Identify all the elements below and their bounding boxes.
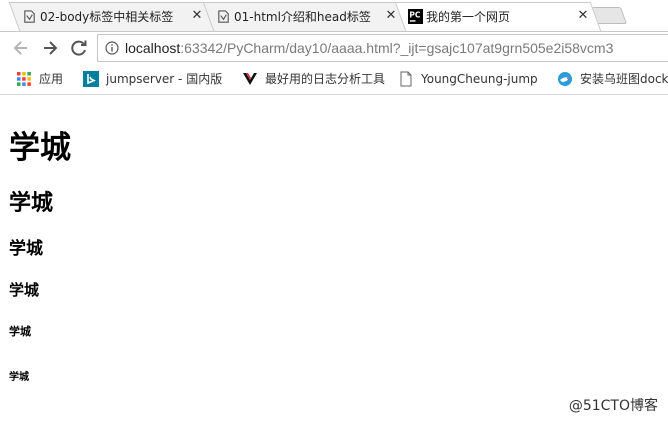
bing-icon: [83, 70, 99, 87]
bookmark-docker[interactable]: 安装乌班图docker: [557, 63, 668, 94]
tab-title: 我的第一个网页: [426, 10, 511, 24]
v-logo-icon: [243, 72, 257, 85]
bird-icon: [558, 71, 572, 86]
reload-icon[interactable]: [68, 37, 90, 59]
heading-1: 学城: [9, 130, 71, 166]
pycharm-doc-icon: [218, 10, 229, 23]
tab-2[interactable]: 01-html介绍和head标签 ✕: [208, 2, 404, 31]
bookmark-jumpserver[interactable]: jumpserver - 国内版: [83, 63, 233, 94]
page-icon: [400, 71, 412, 86]
bookmark-label: jumpserver - 国内版: [106, 72, 223, 86]
heading-5: 学城: [9, 325, 31, 338]
close-icon[interactable]: ✕: [190, 8, 204, 24]
svg-text:PC: PC: [409, 10, 420, 19]
bookmark-apps[interactable]: 应用: [16, 63, 76, 94]
bookmarks-bar: 应用 jumpserver - 国内版 最好用的日志分析工具 YoungCheu…: [0, 63, 668, 95]
bookmark-youngcheung[interactable]: YoungCheung-jump: [398, 63, 540, 94]
back-arrow-icon[interactable]: [10, 37, 32, 59]
tab-strip: 02-body标签中相关标签 ✕ 01-html介绍和head标签 ✕ PC 我…: [0, 0, 668, 31]
bookmark-label: 应用: [39, 72, 64, 86]
address-bar[interactable]: localhost:63342/PyCharm/day10/aaaa.html?…: [97, 34, 668, 62]
heading-2: 学城: [9, 191, 54, 216]
tab-1[interactable]: 02-body标签中相关标签 ✕: [14, 2, 210, 31]
bookmark-log-analysis[interactable]: 最好用的日志分析工具: [242, 63, 390, 94]
close-icon[interactable]: ✕: [384, 8, 398, 24]
bookmark-label: 最好用的日志分析工具: [265, 72, 386, 86]
url-text: localhost:63342/PyCharm/day10/aaaa.html?…: [125, 40, 613, 56]
info-icon[interactable]: [105, 41, 119, 55]
pycharm-icon: PC: [408, 9, 423, 24]
watermark: @51CTO博客: [568, 398, 658, 414]
page-content: 学城 学城 学城 学城 学城 学城: [0, 96, 668, 423]
bookmark-label: 安装乌班图docker: [580, 72, 668, 86]
pycharm-doc-icon: [24, 10, 35, 23]
tab-title: 01-html介绍和head标签: [234, 10, 371, 24]
close-icon[interactable]: ✕: [576, 8, 590, 24]
apps-grid-icon: [17, 71, 31, 86]
heading-6: 学城: [9, 372, 29, 383]
heading-3: 学城: [9, 239, 43, 259]
tab-3[interactable]: PC 我的第一个网页 ✕: [400, 2, 596, 31]
url-host: localhost: [125, 40, 181, 56]
tab-title: 02-body标签中相关标签: [40, 10, 174, 24]
toolbar: localhost:63342/PyCharm/day10/aaaa.html?…: [0, 31, 668, 63]
url-path: :63342/PyCharm/day10/aaaa.html?_ijt=gsaj…: [180, 40, 614, 56]
heading-4: 学城: [9, 281, 40, 299]
forward-arrow-icon[interactable]: [39, 37, 61, 59]
bookmark-label: YoungCheung-jump: [421, 71, 538, 86]
